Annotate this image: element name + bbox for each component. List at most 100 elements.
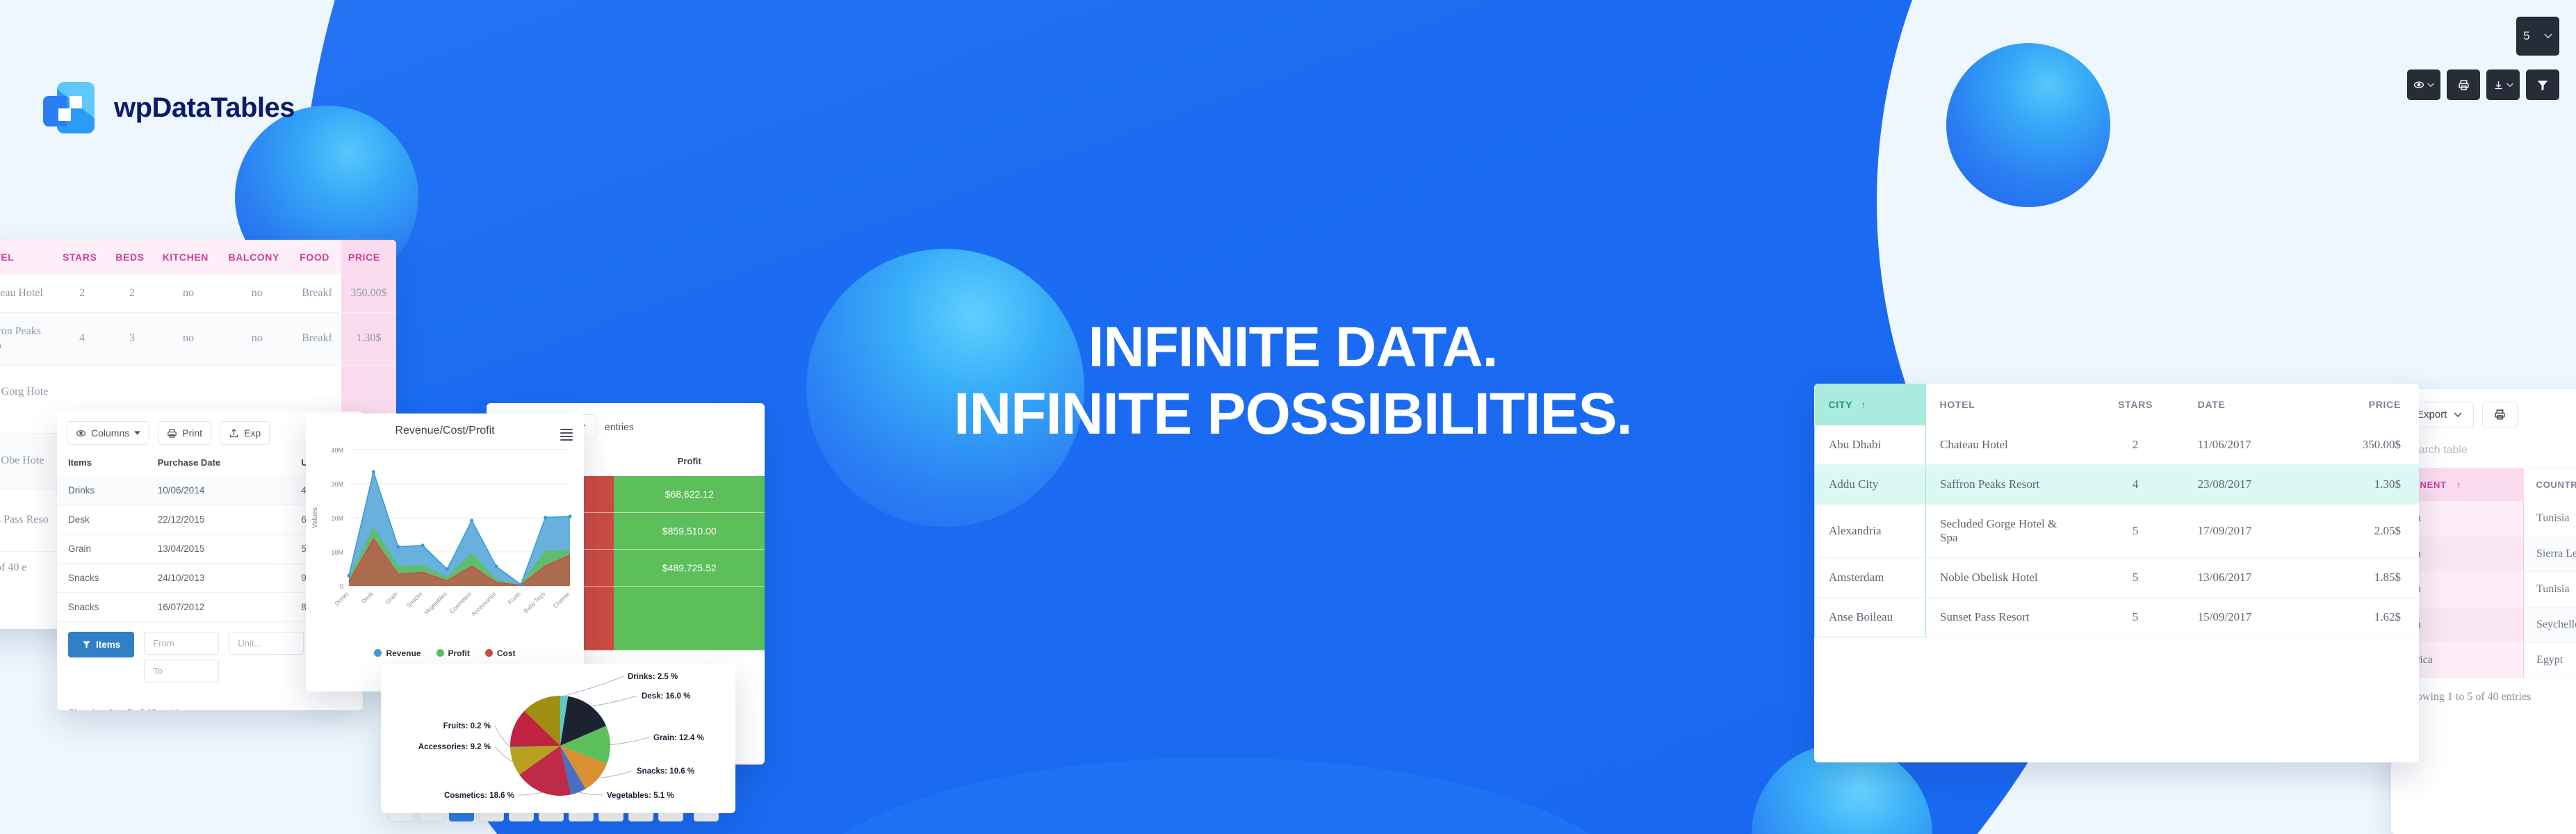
headline-line-2: INFINITE POSSIBILITIES.: [954, 381, 1633, 447]
col-price[interactable]: PRICE: [2310, 384, 2419, 425]
svg-text:Accessories: 9.2 %: Accessories: 9.2 %: [418, 743, 491, 751]
chart-menu-icon[interactable]: [560, 429, 573, 441]
cell-city: Alexandria: [1814, 504, 1926, 558]
cell-country: Tunisia: [2523, 571, 2576, 607]
print-button[interactable]: Print: [158, 421, 212, 445]
col-hotel[interactable]: HOTEL: [0, 240, 56, 275]
to-input[interactable]: To: [144, 660, 220, 682]
col-hotel[interactable]: HOTEL: [1926, 384, 2087, 425]
svg-text:Fruits: Fruits: [507, 590, 522, 605]
cell-date: 13/06/2017: [2183, 557, 2310, 598]
printer-icon: [167, 428, 177, 439]
col-items[interactable]: Items: [57, 450, 147, 476]
cell-price: 350.00$: [2310, 425, 2419, 465]
cell-city: Anse Boileau: [1814, 597, 1926, 637]
entries-label: entries: [604, 421, 634, 432]
unit-input[interactable]: Unit...: [229, 632, 304, 655]
table-row[interactable]: rica Tunisia: [2391, 571, 2576, 607]
cell-price: 1.30$: [2310, 464, 2419, 505]
columns-button[interactable]: Columns: [67, 421, 150, 445]
cell-date: 17/09/2017: [2183, 504, 2310, 558]
svg-text:10M: 10M: [331, 549, 343, 556]
table-header-row: CITY ↑ HOTEL STARS DATE PRICE: [1814, 384, 2420, 425]
col-food[interactable]: FOOD: [293, 240, 341, 275]
cell-food: Breakf: [293, 312, 341, 366]
cell-date: 22/12/2015: [146, 505, 291, 534]
svg-text:30M: 30M: [331, 481, 343, 488]
table-row[interactable]: Addu City Saffron Peaks Resort 4 23/08/2…: [1814, 464, 2419, 505]
cell-hotel: Saffron Peaks Resort: [1925, 464, 2087, 505]
table-row[interactable]: Africa Egypt: [2391, 642, 2576, 678]
table-row[interactable]: Amsterdam Noble Obelisk Hotel 5 13/06/20…: [1814, 557, 2419, 598]
items-filter-label: Items: [96, 639, 121, 650]
col-balcony[interactable]: BALCONY: [221, 240, 293, 275]
table-row[interactable]: Saffron Peaks Reso 4 3 no no Breakf 1.30…: [0, 312, 396, 366]
col-stars[interactable]: STARS: [56, 240, 109, 275]
cell-profit: $859,510.00: [614, 512, 765, 550]
cell-kitchen: no: [155, 312, 222, 366]
legend-profit[interactable]: Profit: [436, 648, 470, 658]
cell-hotel: Secl Gorg Hote Spa: [0, 365, 56, 434]
items-filter-button[interactable]: Items: [68, 632, 135, 657]
table-row[interactable]: Alexandria Secluded Gorge Hotel & Spa 5 …: [1814, 504, 2419, 558]
table-row[interactable]: rica Tunisia: [2391, 501, 2576, 537]
svg-text:Baby Toys: Baby Toys: [522, 590, 546, 614]
printer-icon: [2494, 409, 2506, 420]
cell-date: 11/06/2017: [2183, 425, 2310, 465]
cell-beds: 2: [108, 275, 156, 313]
decorative-sphere-3: [1946, 43, 2110, 207]
items-showing-text: Showing 1 to 5 of 49 entries: [57, 697, 363, 710]
cell-hotel: Saffron Peaks Reso: [0, 312, 56, 366]
cell-beds: 3: [108, 312, 156, 366]
col-purchase-date[interactable]: Purchase Date: [147, 450, 291, 476]
cell-country: Egypt: [2523, 642, 2576, 678]
cell-food: Breakf: [293, 275, 341, 313]
print-button[interactable]: [2482, 402, 2518, 427]
cell-item: Drinks: [57, 476, 147, 505]
svg-text:Cosmetics: 18.6 %: Cosmetics: 18.6 %: [444, 792, 514, 800]
export-label: Export: [2417, 409, 2447, 420]
col-beds[interactable]: BEDS: [108, 240, 156, 275]
headline-line-1: INFINITE DATA.: [1088, 316, 1499, 379]
svg-text:Fruits: 0.2 %: Fruits: 0.2 %: [443, 722, 491, 730]
cell-item: Grain: [57, 534, 147, 564]
svg-text:Desk: 16.0 %: Desk: 16.0 %: [642, 692, 690, 701]
table-row[interactable]: Chateau Hotel 2 2 no no Breakf 350.00$: [0, 275, 396, 313]
cell-profit: $489,725.52: [614, 549, 765, 587]
cell-hotel: Nob Obe Hote: [0, 433, 56, 489]
legend-cost[interactable]: Cost: [484, 648, 516, 658]
table-row[interactable]: rica Sierra Leone: [2391, 536, 2576, 572]
sort-asc-icon: ↑: [1861, 399, 1867, 410]
svg-text:40M: 40M: [331, 447, 343, 454]
table-row[interactable]: Anse Boileau Sunset Pass Resort 5 15/09/…: [1814, 597, 2419, 637]
table-row[interactable]: Abu Dhabi Chateau Hotel 2 11/06/2017 350…: [1814, 425, 2419, 465]
cell-hotel: Chateau Hotel: [0, 275, 56, 313]
col-city[interactable]: CITY ↑: [1814, 384, 1926, 425]
col-profit[interactable]: Profit: [614, 450, 765, 476]
from-input[interactable]: From: [144, 632, 220, 655]
cell-city: Abu Dhabi: [1814, 425, 1926, 465]
cell-date: 16/07/2012: [146, 592, 291, 622]
col-kitchen[interactable]: KITCHEN: [155, 240, 222, 275]
svg-text:Drinks: 2.5 %: Drinks: 2.5 %: [628, 673, 678, 681]
col-stars[interactable]: STARS: [2087, 384, 2184, 425]
export-button[interactable]: Exp: [220, 421, 270, 445]
cell-stars: 2: [56, 275, 109, 313]
cell-date: 24/10/2013: [146, 563, 291, 593]
cell-balcony: no: [221, 275, 293, 313]
table-row[interactable]: rica Seychelles: [2391, 607, 2576, 643]
cell-kitchen: no: [155, 275, 222, 313]
table-header-row: HOTEL STARS BEDS KITCHEN BALCONY FOOD PR…: [0, 240, 396, 275]
col-date[interactable]: DATE: [2184, 384, 2310, 425]
brand-name: wpDataTables: [114, 92, 295, 123]
col-price[interactable]: PRICE: [341, 240, 396, 275]
brand-logo[interactable]: wpDataTables: [43, 82, 295, 133]
print-label: Print: [182, 427, 203, 439]
col-country[interactable]: COUNTRY: [2524, 468, 2576, 501]
svg-text:Snacks: Snacks: [405, 590, 424, 609]
cell-city: Amsterdam: [1814, 557, 1926, 598]
svg-text:Grain: Grain: [384, 590, 399, 605]
cell-balcony: no: [221, 312, 293, 366]
legend-revenue[interactable]: Revenue: [374, 648, 421, 658]
cell-profit: $68,622.12: [614, 476, 765, 513]
